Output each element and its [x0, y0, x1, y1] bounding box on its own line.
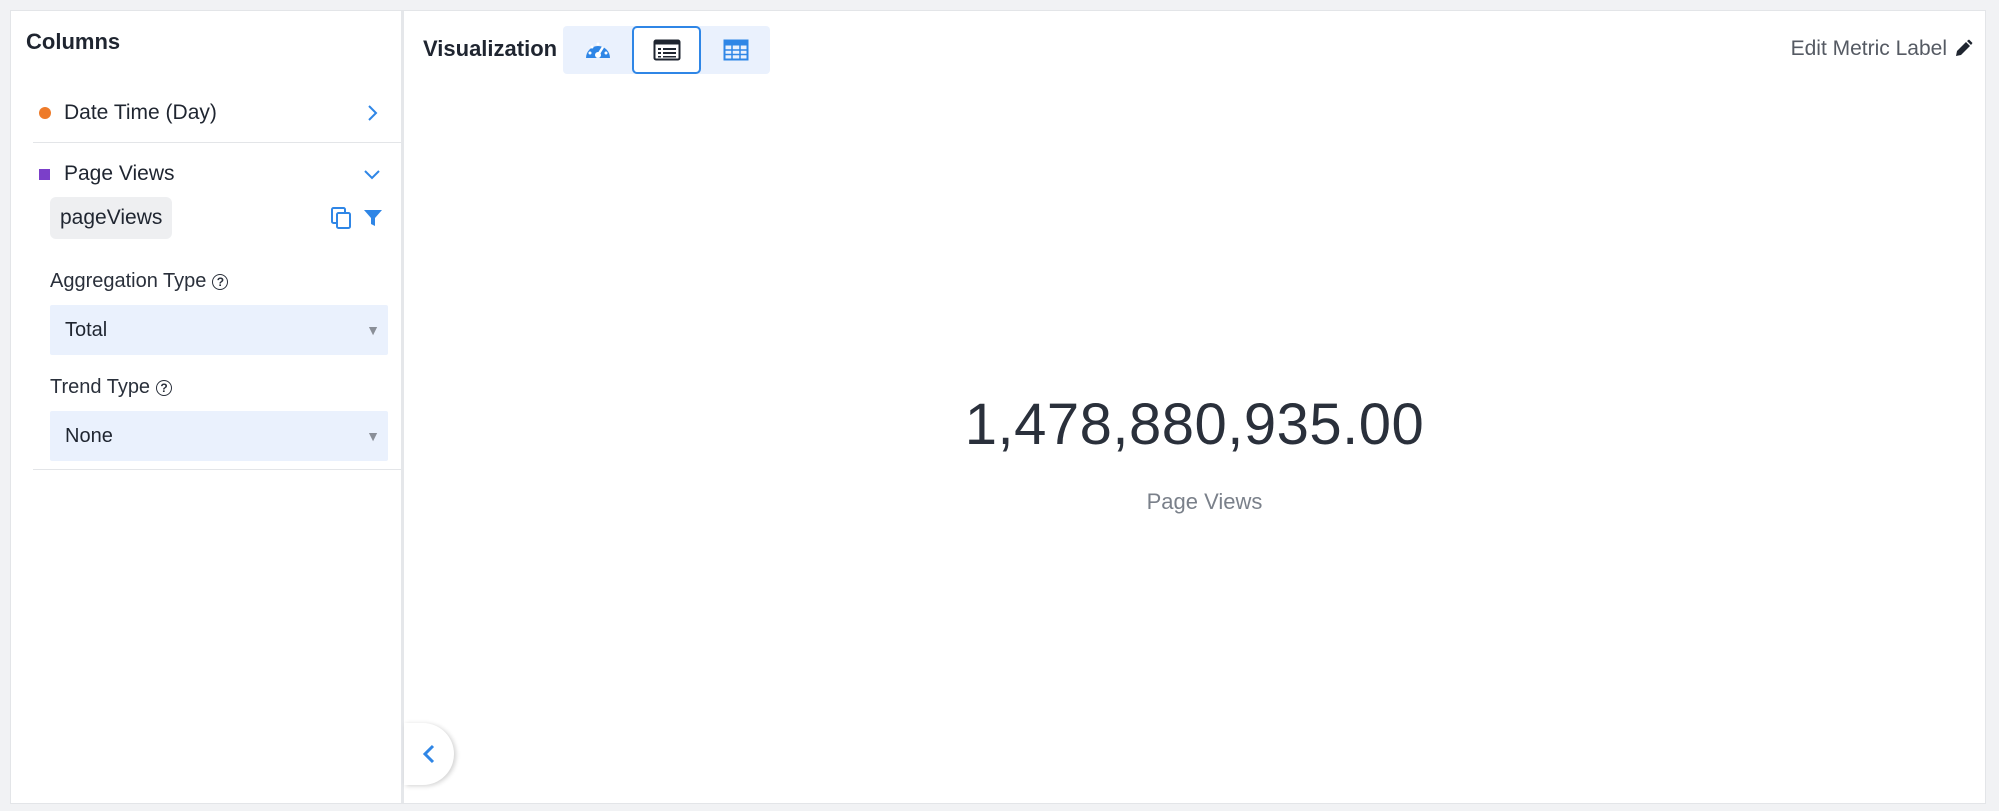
app-frame: Columns Date Time (Day) Page Views pageV…	[10, 10, 1986, 804]
column-item-date-time[interactable]: Date Time (Day)	[33, 83, 401, 143]
divider	[33, 469, 401, 470]
column-item-page-views[interactable]: Page Views	[33, 144, 401, 204]
trend-type-select[interactable]: None ▼	[50, 411, 388, 461]
metric-caption: Page Views	[1146, 489, 1263, 514]
chip-actions	[329, 206, 383, 230]
collapse-sidebar-button[interactable]	[404, 723, 454, 785]
column-label: Date Time (Day)	[64, 100, 217, 124]
help-icon[interactable]: ?	[156, 379, 173, 396]
vis-option-table[interactable]	[701, 26, 770, 74]
filter-icon[interactable]	[363, 208, 383, 228]
column-label: Page Views	[64, 162, 175, 185]
gauge-icon	[585, 42, 610, 58]
trend-type-label: Trend Type ?	[50, 376, 173, 399]
vis-option-gauge[interactable]	[563, 26, 632, 74]
aggregation-type-select[interactable]: Total ▼	[50, 305, 388, 355]
sidebar-title: Columns	[26, 29, 121, 54]
edit-metric-label-button[interactable]: Edit Metric Label	[1791, 37, 1973, 61]
trend-type-value: None	[65, 425, 113, 447]
columns-sidebar: Columns Date Time (Day) Page Views pageV…	[11, 11, 404, 803]
pencil-icon	[1956, 39, 1973, 56]
metric-value: 1,478,880,935.00	[964, 392, 1425, 457]
aggregation-type-text: Aggregation Type	[50, 270, 207, 292]
visualization-switcher	[563, 26, 770, 74]
chevron-down-icon[interactable]	[359, 161, 385, 187]
aggregation-type-label: Aggregation Type ?	[50, 270, 229, 293]
metric-square-icon	[39, 168, 50, 180]
dimension-dot-icon	[39, 106, 51, 119]
aggregation-type-value: Total	[65, 319, 108, 341]
visualization-label: Visualization	[423, 36, 558, 61]
caret-down-icon: ▼	[366, 322, 380, 338]
help-icon[interactable]: ?	[212, 273, 229, 290]
trend-type-text: Trend Type	[50, 376, 151, 398]
duplicate-icon[interactable]	[329, 206, 353, 230]
table-icon	[723, 39, 748, 61]
edit-metric-label-text: Edit Metric Label	[1790, 37, 1947, 60]
vis-option-metric[interactable]	[632, 26, 701, 74]
field-chip[interactable]: pageViews	[50, 197, 173, 239]
chevron-right-icon[interactable]	[359, 100, 385, 126]
chevron-left-icon	[422, 744, 435, 764]
list-icon	[653, 39, 680, 61]
caret-down-icon: ▼	[366, 428, 380, 444]
